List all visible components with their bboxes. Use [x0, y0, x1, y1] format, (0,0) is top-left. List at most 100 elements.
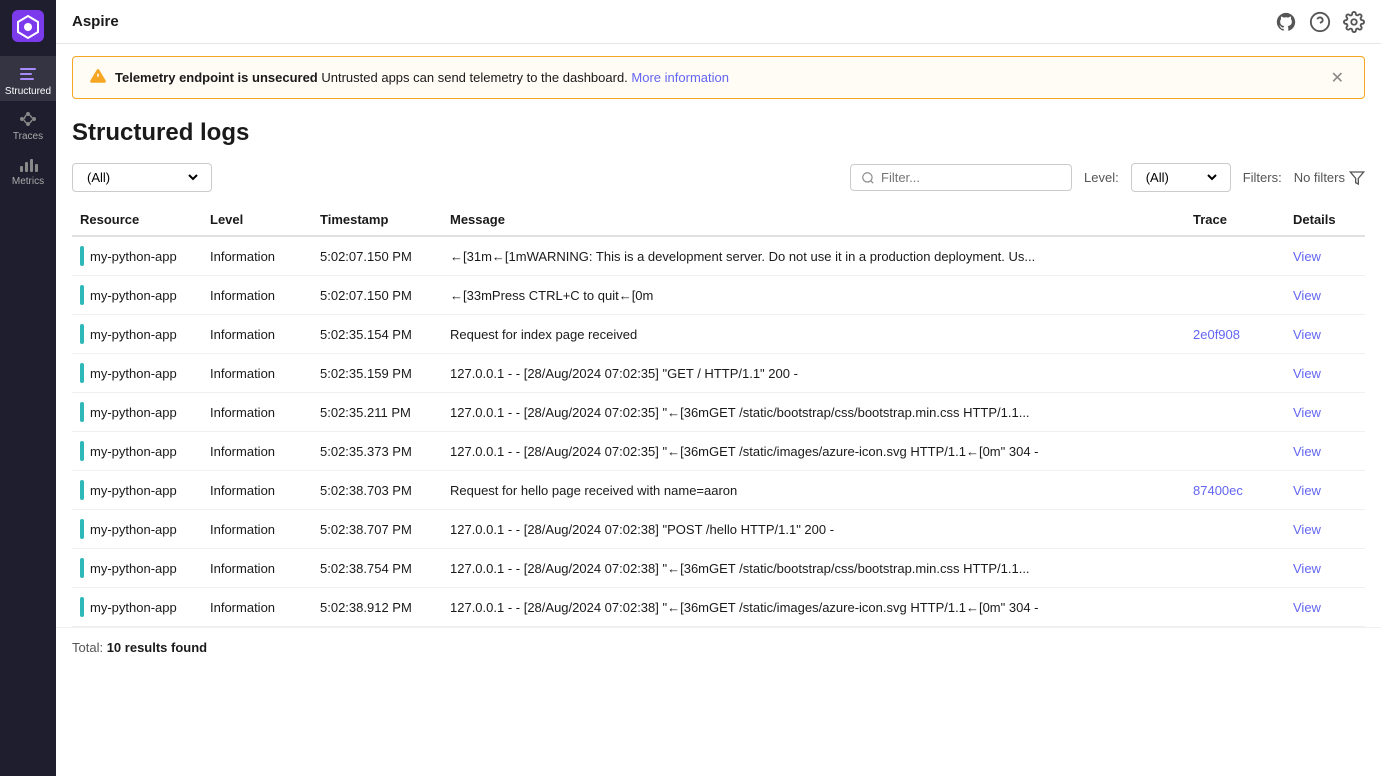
- filters-label: Filters:: [1243, 170, 1282, 185]
- table-row: my-python-appInformation5:02:35.154 PMRe…: [72, 315, 1365, 354]
- app-title: Aspire: [72, 13, 119, 30]
- cell-trace[interactable]: 87400ec: [1185, 471, 1285, 510]
- cell-trace: [1185, 354, 1285, 393]
- col-header-message: Message: [442, 204, 1185, 236]
- cell-level: Information: [202, 236, 312, 276]
- github-icon[interactable]: [1275, 11, 1297, 33]
- resource-bar: [80, 519, 84, 539]
- view-link[interactable]: View: [1293, 561, 1321, 576]
- cell-details[interactable]: View: [1285, 236, 1365, 276]
- resource-bar: [80, 324, 84, 344]
- footer-prefix: Total:: [72, 640, 103, 655]
- alert-close-button[interactable]: ✕: [1327, 68, 1348, 88]
- sidebar-item-structured[interactable]: Structured: [0, 56, 56, 101]
- table-body: my-python-appInformation5:02:07.150 PM←[…: [72, 236, 1365, 627]
- cell-resource: my-python-app: [72, 393, 202, 432]
- cell-message: 127.0.0.1 - - [28/Aug/2024 07:02:35] "GE…: [442, 354, 1185, 393]
- resource-name: my-python-app: [90, 600, 177, 615]
- view-link[interactable]: View: [1293, 249, 1321, 264]
- page-title: Structured logs: [56, 111, 1381, 163]
- sidebar-item-traces-label: Traces: [13, 131, 43, 142]
- cell-timestamp: 5:02:35.373 PM: [312, 432, 442, 471]
- cell-details[interactable]: View: [1285, 393, 1365, 432]
- cell-details[interactable]: View: [1285, 471, 1365, 510]
- cell-resource: my-python-app: [72, 354, 202, 393]
- level-label: Level:: [1084, 170, 1119, 185]
- resource-name: my-python-app: [90, 522, 177, 537]
- view-link[interactable]: View: [1293, 483, 1321, 498]
- cell-trace: [1185, 393, 1285, 432]
- cell-level: Information: [202, 510, 312, 549]
- table-row: my-python-appInformation5:02:38.754 PM12…: [72, 549, 1365, 588]
- resource-bar: [80, 285, 84, 305]
- header: Aspire: [56, 0, 1381, 44]
- cell-message: 127.0.0.1 - - [28/Aug/2024 07:02:35] "←[…: [442, 432, 1185, 471]
- cell-message: ←[31m←[1mWARNING: This is a development …: [442, 236, 1185, 276]
- cell-details[interactable]: View: [1285, 354, 1365, 393]
- settings-icon[interactable]: [1343, 11, 1365, 33]
- resource-name: my-python-app: [90, 288, 177, 303]
- cell-details[interactable]: View: [1285, 588, 1365, 627]
- sidebar-item-metrics[interactable]: Metrics: [0, 146, 56, 191]
- view-link[interactable]: View: [1293, 600, 1321, 615]
- resource-bar: [80, 363, 84, 383]
- cell-timestamp: 5:02:38.703 PM: [312, 471, 442, 510]
- cell-resource: my-python-app: [72, 510, 202, 549]
- cell-trace: [1185, 276, 1285, 315]
- cell-message: Request for index page received: [442, 315, 1185, 354]
- resource-name: my-python-app: [90, 366, 177, 381]
- cell-level: Information: [202, 549, 312, 588]
- cell-timestamp: 5:02:35.159 PM: [312, 354, 442, 393]
- cell-timestamp: 5:02:38.912 PM: [312, 588, 442, 627]
- cell-resource: my-python-app: [72, 276, 202, 315]
- cell-trace: [1185, 510, 1285, 549]
- cell-message: ←[33mPress CTRL+C to quit←[0m: [442, 276, 1185, 315]
- view-link[interactable]: View: [1293, 522, 1321, 537]
- table-row: my-python-appInformation5:02:07.150 PM←[…: [72, 236, 1365, 276]
- table-row: my-python-appInformation5:02:38.912 PM12…: [72, 588, 1365, 627]
- cell-details[interactable]: View: [1285, 510, 1365, 549]
- level-select-input[interactable]: (All): [1142, 169, 1220, 186]
- cell-trace: [1185, 236, 1285, 276]
- sidebar-item-traces[interactable]: Traces: [0, 101, 56, 146]
- view-link[interactable]: View: [1293, 327, 1321, 342]
- cell-timestamp: 5:02:35.154 PM: [312, 315, 442, 354]
- filter-icon[interactable]: [1349, 170, 1365, 186]
- cell-details[interactable]: View: [1285, 432, 1365, 471]
- cell-level: Information: [202, 276, 312, 315]
- sidebar-item-metrics-label: Metrics: [12, 176, 44, 187]
- page-content: Telemetry endpoint is unsecured Untruste…: [56, 44, 1381, 776]
- resource-name: my-python-app: [90, 405, 177, 420]
- col-header-level: Level: [202, 204, 312, 236]
- cell-level: Information: [202, 588, 312, 627]
- cell-trace[interactable]: 2e0f908: [1185, 315, 1285, 354]
- cell-resource: my-python-app: [72, 471, 202, 510]
- cell-resource: my-python-app: [72, 588, 202, 627]
- resource-name: my-python-app: [90, 483, 177, 498]
- trace-link[interactable]: 87400ec: [1193, 483, 1243, 498]
- col-header-timestamp: Timestamp: [312, 204, 442, 236]
- cell-trace: [1185, 432, 1285, 471]
- view-link[interactable]: View: [1293, 366, 1321, 381]
- cell-details[interactable]: View: [1285, 276, 1365, 315]
- view-link[interactable]: View: [1293, 288, 1321, 303]
- resource-name: my-python-app: [90, 249, 177, 264]
- resource-select-input[interactable]: (All): [83, 169, 201, 186]
- help-icon[interactable]: [1309, 11, 1331, 33]
- resource-selector[interactable]: (All): [72, 163, 212, 192]
- cell-details[interactable]: View: [1285, 549, 1365, 588]
- level-selector[interactable]: (All): [1131, 163, 1231, 192]
- alert-link[interactable]: More information: [631, 70, 729, 85]
- cell-level: Information: [202, 432, 312, 471]
- cell-message: Request for hello page received with nam…: [442, 471, 1185, 510]
- cell-level: Information: [202, 354, 312, 393]
- cell-timestamp: 5:02:35.211 PM: [312, 393, 442, 432]
- filter-input[interactable]: [881, 170, 1061, 185]
- alert-banner: Telemetry endpoint is unsecured Untruste…: [72, 56, 1365, 99]
- trace-link[interactable]: 2e0f908: [1193, 327, 1240, 342]
- cell-details[interactable]: View: [1285, 315, 1365, 354]
- table-row: my-python-appInformation5:02:38.703 PMRe…: [72, 471, 1365, 510]
- results-footer: Total: 10 results found: [56, 627, 1381, 667]
- view-link[interactable]: View: [1293, 405, 1321, 420]
- view-link[interactable]: View: [1293, 444, 1321, 459]
